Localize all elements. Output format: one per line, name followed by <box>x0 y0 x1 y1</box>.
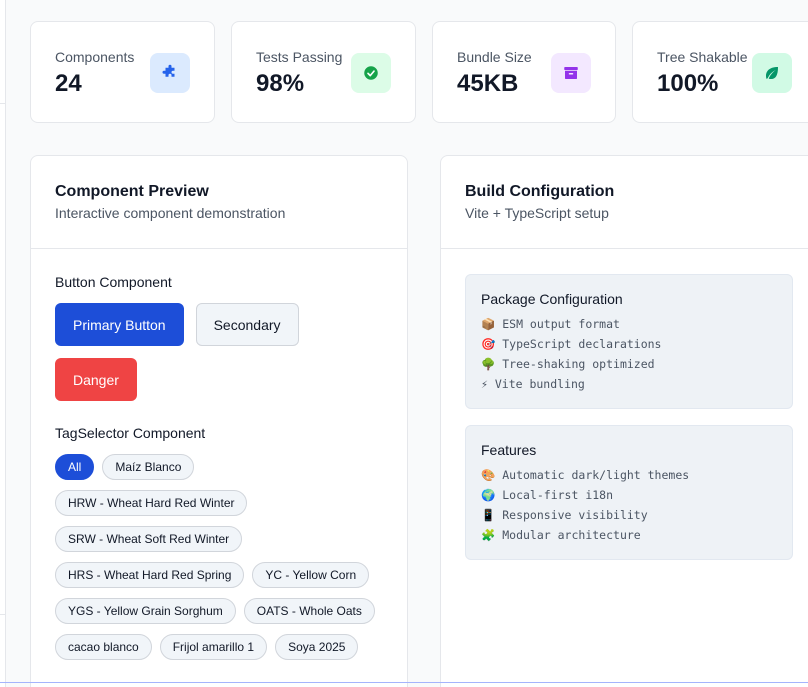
features-title: Features <box>481 442 537 458</box>
tag-chip[interactable]: HRW - Wheat Hard Red Winter <box>55 490 248 516</box>
tag-chip[interactable]: OATS - Whole Oats <box>243 598 375 624</box>
stat-card-tests: Tests Passing 98% <box>231 21 416 123</box>
panel-header: Component Preview Interactive component … <box>31 156 407 249</box>
config-line: 🌳 Tree-shaking optimized <box>481 357 655 371</box>
tag-chip[interactable]: YC - Yellow Corn <box>252 562 370 588</box>
stat-card-components: Components 24 <box>30 21 215 123</box>
tag-chip[interactable]: cacao blanco <box>55 634 152 660</box>
stat-value: 45KB <box>457 70 519 97</box>
config-line: 🎯 TypeScript declarations <box>481 337 662 351</box>
button-section-label: Button Component <box>55 274 172 290</box>
panel-header: Build Configuration Vite + TypeScript se… <box>441 156 808 249</box>
tag-chip[interactable]: SRW - Wheat Soft Red Winter <box>55 526 243 552</box>
panel-title: Build Configuration <box>465 183 615 200</box>
sidebar-divider <box>0 614 6 615</box>
tag-chip[interactable]: Soya 2025 <box>275 634 359 660</box>
config-line: ⚡ Vite bundling <box>481 377 585 391</box>
tag-selector: All Maíz Blanco HRW - Wheat Hard Red Win… <box>55 454 385 660</box>
tag-chip[interactable]: HRS - Wheat Hard Red Spring <box>55 562 245 588</box>
sidebar-divider <box>0 103 6 104</box>
tag-chip[interactable]: Maíz Blanco <box>102 454 195 480</box>
puzzle-icon <box>150 53 190 93</box>
button-group: Primary Button Secondary Danger <box>55 303 355 401</box>
feature-line: 🌍 Local-first i18n <box>481 488 614 502</box>
tag-chip[interactable]: Frijol amarillo 1 <box>159 634 268 660</box>
stat-label: Tests Passing <box>256 49 343 65</box>
features-box: Features 🎨 Automatic dark/light themes 🌍… <box>465 425 793 560</box>
stat-value: 98% <box>256 70 305 97</box>
tag-section-label: TagSelector Component <box>55 425 206 441</box>
package-configuration-title: Package Configuration <box>481 291 623 307</box>
component-preview-panel: Component Preview Interactive component … <box>30 155 408 687</box>
tag-chip[interactable]: YGS - Yellow Grain Sorghum <box>55 598 236 624</box>
stat-value: 24 <box>55 70 82 97</box>
stat-label: Components <box>55 49 135 65</box>
feature-line: 🎨 Automatic dark/light themes <box>481 468 690 482</box>
secondary-button[interactable]: Secondary <box>195 303 299 346</box>
stat-label: Bundle Size <box>457 49 532 65</box>
stat-label: Tree Shakable <box>657 49 748 65</box>
feature-line: 🧩 Modular architecture <box>481 528 641 542</box>
panel-subtitle: Vite + TypeScript setup <box>465 205 609 221</box>
panel-title: Component Preview <box>55 183 209 200</box>
left-sidebar-edge <box>0 0 6 687</box>
stat-card-tree-shaking: Tree Shakable 100% <box>632 21 808 123</box>
stat-value: 100% <box>657 70 719 97</box>
bottom-divider <box>0 682 808 683</box>
config-line: 📦 ESM output format <box>481 317 620 331</box>
archive-icon <box>551 53 591 93</box>
package-configuration-box: Package Configuration 📦 ESM output forma… <box>465 274 793 409</box>
build-configuration-panel: Build Configuration Vite + TypeScript se… <box>440 155 808 687</box>
danger-button[interactable]: Danger <box>55 358 137 401</box>
panel-subtitle: Interactive component demonstration <box>55 205 286 221</box>
feature-line: 📱 Responsive visibility <box>481 508 648 522</box>
leaf-icon <box>752 53 792 93</box>
tag-chip-all[interactable]: All <box>55 454 95 480</box>
primary-button[interactable]: Primary Button <box>55 303 184 346</box>
stat-card-bundle: Bundle Size 45KB <box>432 21 616 123</box>
check-circle-icon <box>351 53 391 93</box>
